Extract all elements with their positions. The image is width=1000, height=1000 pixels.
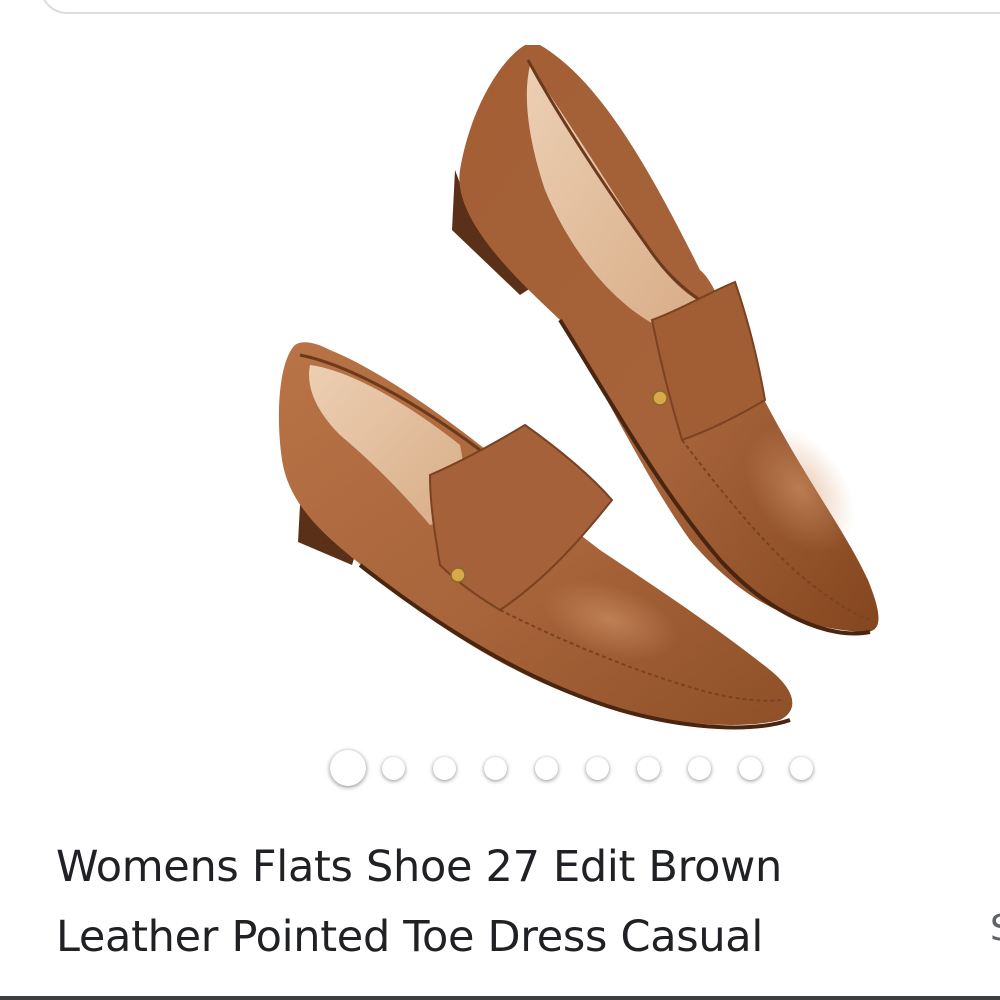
carousel-dot-6[interactable] — [586, 756, 609, 780]
shopping-product-card: Womens Flats Shoe 27 Edit Brown Leather … — [0, 0, 1000, 1000]
carousel-dot-1[interactable] — [330, 750, 366, 786]
carousel-dot-8[interactable] — [688, 756, 711, 780]
carousel-pagination — [330, 748, 841, 788]
product-image[interactable] — [0, 20, 1000, 790]
carousel-dot-2[interactable] — [382, 756, 405, 780]
product-image-carousel[interactable] — [0, 20, 1000, 790]
carousel-dot-10[interactable] — [790, 756, 813, 780]
carousel-dot-7[interactable] — [637, 756, 660, 780]
search-bar-edge[interactable] — [40, 0, 1000, 14]
carousel-dot-3[interactable] — [433, 756, 456, 780]
bottom-divider — [0, 996, 1000, 1000]
carousel-dot-9[interactable] — [739, 756, 762, 780]
product-title[interactable]: Womens Flats Shoe 27 Edit Brown Leather … — [56, 832, 936, 972]
carousel-dot-5[interactable] — [535, 756, 558, 780]
carousel-dot-4[interactable] — [484, 756, 507, 780]
next-card-peek[interactable]: S — [990, 908, 1000, 949]
